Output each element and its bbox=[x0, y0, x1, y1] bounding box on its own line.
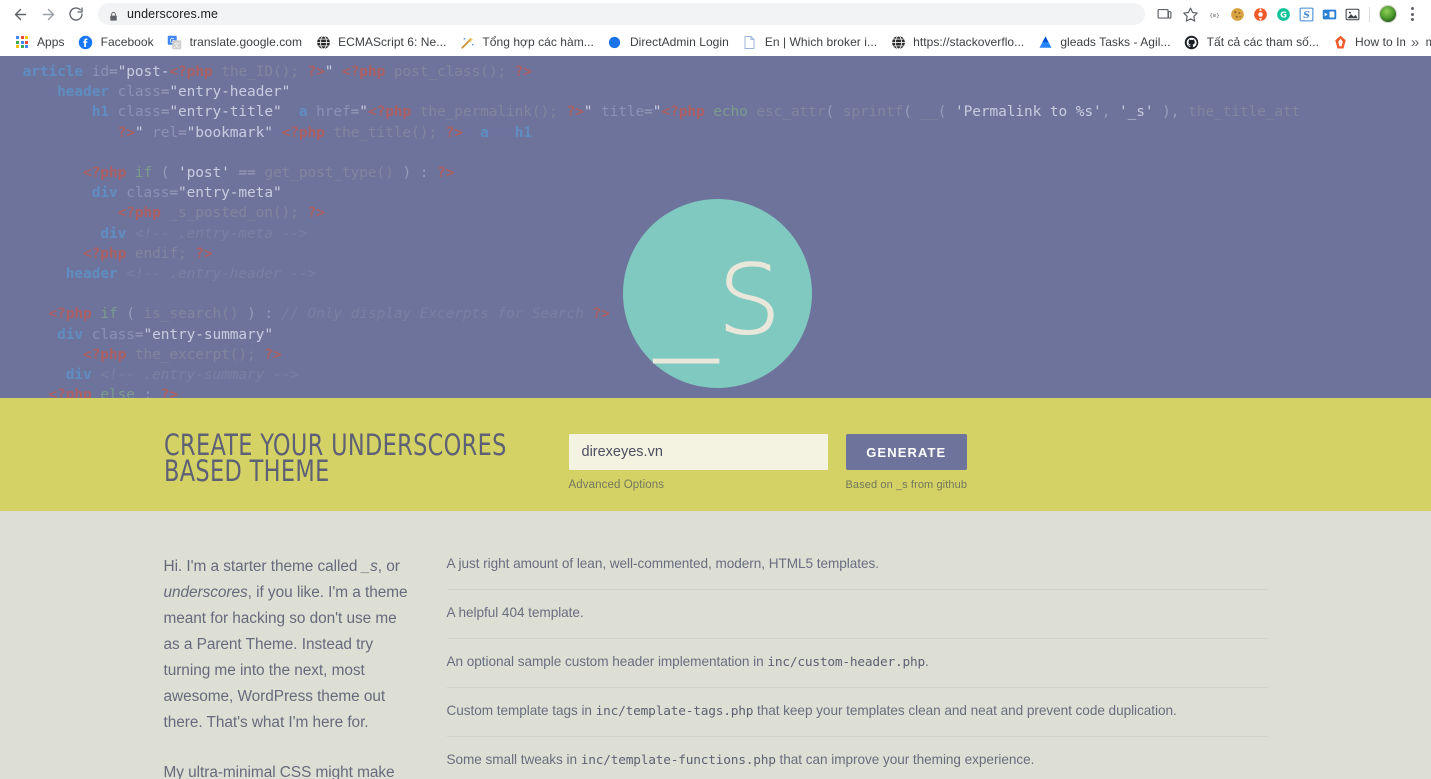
bookmark-gleads-tasks[interactable]: gleads Tasks - Agil... bbox=[1033, 31, 1179, 53]
bookmark-facebook[interactable]: Facebook bbox=[74, 31, 163, 53]
feature-text-before: A just right amount of lean, well-commen… bbox=[446, 556, 880, 571]
advanced-options-link[interactable]: Advanced Options bbox=[569, 479, 828, 491]
extension-s-icon[interactable]: S bbox=[1295, 1, 1318, 27]
feature-item: Some small tweaks in inc/template-functi… bbox=[447, 737, 1268, 779]
extension-cookie-icon[interactable] bbox=[1226, 1, 1249, 27]
cast-icon[interactable] bbox=[1151, 1, 1177, 27]
svg-text:文: 文 bbox=[174, 41, 180, 49]
bookmark-directadmin-login[interactable]: DirectAdmin Login bbox=[603, 31, 738, 53]
bookmark-label: ECMAScript 6: Ne... bbox=[338, 35, 447, 49]
toolbar-divider bbox=[1369, 6, 1370, 22]
theme-name-input[interactable] bbox=[568, 434, 828, 470]
bookmark-label: Facebook bbox=[100, 35, 154, 49]
avatar[interactable] bbox=[1375, 1, 1401, 27]
svg-text:{≡}: {≡} bbox=[1209, 12, 1219, 18]
feature-text-before: A helpful 404 template. bbox=[446, 605, 584, 620]
feature-text-after: that can improve your theming experience… bbox=[775, 752, 1035, 767]
facebook-icon bbox=[78, 34, 94, 50]
intro-paragraph-1: Hi. I'm a starter theme called _s, or un… bbox=[164, 554, 413, 736]
feature-item: A helpful 404 template. bbox=[446, 590, 1268, 639]
features-column: A just right amount of lean, well-commen… bbox=[437, 554, 1268, 779]
extension-orange-icon[interactable] bbox=[1249, 1, 1272, 27]
kebab-menu[interactable] bbox=[1401, 7, 1423, 21]
intro-column: Hi. I'm a starter theme called _s, or un… bbox=[164, 554, 437, 779]
bookmark-stackoverflow[interactable]: https://stackoverflo... bbox=[886, 31, 1033, 53]
bookmark-label: Tổng hợp các hàm... bbox=[482, 35, 594, 49]
bookmark-label: Apps bbox=[37, 35, 65, 49]
jira-icon bbox=[1037, 34, 1053, 50]
logo-text: _s bbox=[654, 214, 783, 364]
globe-icon bbox=[890, 34, 906, 50]
blue-circle-icon bbox=[607, 34, 623, 50]
bookmark-label: gleads Tasks - Agil... bbox=[1060, 35, 1171, 49]
reload-button[interactable] bbox=[62, 0, 90, 28]
address-bar[interactable]: underscores.me bbox=[98, 3, 1145, 25]
svg-text:S: S bbox=[1303, 10, 1310, 20]
bookmark-ecmascript6[interactable]: ECMAScript 6: Ne... bbox=[311, 31, 455, 53]
globe-icon bbox=[315, 34, 331, 50]
bookmark-tong-hop-cac-ham[interactable]: Tổng hợp các hàm... bbox=[455, 31, 603, 53]
hero-section: <article id="post-<?php the_ID(); ?>" <?… bbox=[0, 56, 1431, 398]
extension-braces-icon[interactable]: {≡} bbox=[1203, 1, 1226, 27]
bookmark-star-icon[interactable] bbox=[1177, 1, 1203, 27]
github-icon bbox=[1184, 34, 1200, 50]
wand-icon bbox=[459, 34, 475, 50]
bookmark-label: https://stackoverflo... bbox=[913, 35, 1025, 49]
feature-item: Custom template tags in inc/template-tag… bbox=[446, 688, 1268, 737]
feature-item: A just right amount of lean, well-commen… bbox=[446, 554, 1268, 590]
underscores-logo: _s bbox=[623, 199, 812, 388]
generator-banner: Create your underscores based theme Adva… bbox=[0, 398, 1431, 511]
feature-code: inc/template-tags.php bbox=[595, 704, 754, 719]
feature-code: inc/custom-header.php bbox=[767, 655, 925, 670]
browser-toolbar: underscores.me {≡} G S bbox=[0, 0, 1431, 28]
bookmarks-overflow-button[interactable]: » bbox=[1405, 28, 1425, 56]
bookmark-en-which-broker[interactable]: En | Which broker i... bbox=[738, 31, 886, 53]
bookmark-label: translate.google.com bbox=[189, 35, 303, 49]
toolbar-icon-group: {≡} G S bbox=[1151, 1, 1423, 27]
feature-text-before: An optional sample custom header impleme… bbox=[446, 654, 768, 669]
generate-button[interactable]: GENERATE bbox=[845, 434, 967, 470]
feature-code: inc/template-functions.php bbox=[580, 753, 776, 768]
intro-em-underscores: underscores bbox=[163, 584, 248, 601]
generator-form: Advanced Options GENERATE Based on _s fr… bbox=[568, 418, 968, 491]
back-button[interactable] bbox=[6, 0, 34, 28]
bookmark-label: Tất cả các tham số... bbox=[1206, 35, 1320, 49]
forward-button[interactable] bbox=[34, 0, 62, 28]
intro-text-b: , or bbox=[377, 558, 400, 575]
intro-text-a: Hi. I'm a starter theme called bbox=[163, 558, 362, 575]
fire-icon bbox=[1332, 34, 1348, 50]
feature-item: An optional sample custom header impleme… bbox=[446, 639, 1268, 688]
page-title: Create your underscores based theme bbox=[163, 428, 507, 488]
bookmark-tat-ca-cac-tham-so[interactable]: Tất cả các tham số... bbox=[1180, 31, 1328, 53]
extension-blue-panel-icon[interactable] bbox=[1318, 1, 1341, 27]
based-on-note: Based on _s from github bbox=[845, 479, 968, 491]
bookmarks-bar: Apps Facebook G文 translate.google.com EC… bbox=[0, 28, 1431, 56]
extension-image-icon[interactable] bbox=[1341, 1, 1364, 27]
intro-text-c: , if you like. I'm a theme meant for hac… bbox=[163, 584, 408, 731]
feature-text-after: that keep your templates clean and neat … bbox=[753, 703, 1177, 718]
browser-chrome: underscores.me {≡} G S Apps Facebook G 文… bbox=[0, 0, 1431, 56]
bookmark-label: DirectAdmin Login bbox=[629, 35, 729, 49]
feature-text-before: Custom template tags in bbox=[446, 703, 596, 718]
google-translate-icon: G文 bbox=[167, 34, 183, 50]
svg-text:G: G bbox=[1280, 9, 1287, 19]
intro-em-underscore-s: _s bbox=[361, 558, 378, 575]
main-content: Hi. I'm a starter theme called _s, or un… bbox=[156, 511, 1276, 779]
apps-grid-icon bbox=[14, 34, 30, 50]
bookmark-translate-google[interactable]: G文 translate.google.com bbox=[163, 31, 311, 53]
extension-grammarly-icon[interactable]: G bbox=[1272, 1, 1295, 27]
page-content: <article id="post-<?php the_ID(); ?>" <?… bbox=[0, 56, 1431, 779]
url-text: underscores.me bbox=[127, 7, 219, 21]
bookmark-label: En | Which broker i... bbox=[764, 35, 878, 49]
feature-text-before: Some small tweaks in bbox=[446, 752, 581, 767]
intro-paragraph-2: My ultra-minimal CSS might make me look … bbox=[163, 764, 395, 779]
bookmark-apps[interactable]: Apps bbox=[10, 31, 74, 53]
lock-icon bbox=[108, 9, 119, 21]
page-icon bbox=[742, 34, 758, 50]
feature-text-after: . bbox=[924, 654, 929, 669]
